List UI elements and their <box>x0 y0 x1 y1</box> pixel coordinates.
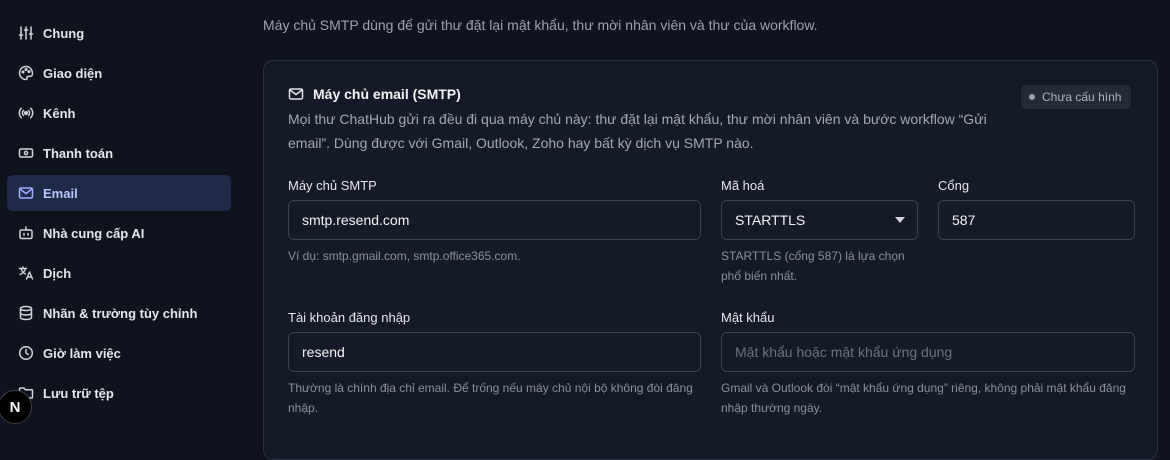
sidebar-item-nhan-truong[interactable]: Nhãn & trường tùy chỉnh <box>7 295 231 331</box>
username-input[interactable]: resend <box>288 332 701 372</box>
status-text: Chưa cấu hình <box>1042 90 1122 104</box>
sliders-icon <box>17 24 35 42</box>
sidebar-item-thanh-toan[interactable]: Thanh toán <box>7 135 231 171</box>
encryption-help: STARTTLS (cổng 587) là lựa chọn phổ biến… <box>721 249 905 283</box>
username-help: Thường là chính địa chỉ email. Để trống … <box>288 381 693 415</box>
sidebar-item-giao-dien[interactable]: Giao diện <box>7 55 231 91</box>
sidebar-item-dich[interactable]: Dịch <box>7 255 231 291</box>
sidebar-item-label: Kênh <box>43 105 76 121</box>
username-label: Tài khoản đăng nhập <box>288 310 411 325</box>
broadcast-icon <box>17 104 35 122</box>
sidebar: Chung Giao diện Kênh Thanh toán Email Nh… <box>0 0 240 430</box>
smtp-card: Máy chủ email (SMTP) Chưa cấu hình Mọi t… <box>263 60 1158 460</box>
sidebar-item-label: Giao diện <box>43 65 103 81</box>
database-icon <box>17 304 35 322</box>
sidebar-item-label: Dịch <box>43 265 72 281</box>
sidebar-item-label: Lưu trữ tệp <box>43 385 114 401</box>
card-title: Máy chủ email (SMTP) <box>288 86 461 102</box>
status-dot-icon <box>1029 94 1035 100</box>
page-intro: Máy chủ SMTP dùng để gửi thư đặt lại mật… <box>263 17 818 33</box>
encryption-value: STARTTLS <box>735 212 806 228</box>
languages-icon <box>17 264 35 282</box>
mail-icon <box>288 88 304 100</box>
status-badge: Chưa cấu hình <box>1021 85 1132 109</box>
host-label: Máy chủ SMTP <box>288 178 377 193</box>
chevron-down-icon <box>895 217 905 223</box>
host-input[interactable]: smtp.resend.com <box>288 200 701 240</box>
port-input[interactable]: 587 <box>938 200 1135 240</box>
sidebar-item-label: Nhãn & trường tùy chỉnh <box>43 305 198 321</box>
password-input[interactable]: Mật khẩu hoặc mật khẩu ứng dụng <box>721 332 1135 372</box>
sidebar-item-label: Thanh toán <box>43 145 114 161</box>
encryption-label: Mã hoá <box>721 178 765 193</box>
sidebar-item-label: Giờ làm việc <box>43 345 121 361</box>
palette-icon <box>17 64 35 82</box>
host-help: Ví dụ: smtp.gmail.com, smtp.office365.co… <box>288 249 521 263</box>
card-title-text: Máy chủ email (SMTP) <box>313 86 461 102</box>
banknote-icon <box>17 144 35 162</box>
card-description: Mọi thư ChatHub gửi ra đều đi qua máy ch… <box>288 111 987 151</box>
sidebar-item-label: Nhà cung cấp AI <box>43 225 145 241</box>
sidebar-item-luu-tru-tep[interactable]: Lưu trữ tệp <box>7 375 231 411</box>
password-label: Mật khẩu <box>721 310 775 325</box>
password-help: Gmail và Outlook đòi “mật khẩu ứng dụng”… <box>721 381 1126 415</box>
bot-icon <box>17 224 35 242</box>
port-label: Cổng <box>938 178 970 193</box>
encryption-select[interactable]: STARTTLS <box>721 200 918 240</box>
sidebar-item-nha-cung-cap-ai[interactable]: Nhà cung cấp AI <box>7 215 231 251</box>
mail-icon <box>17 184 35 202</box>
sidebar-item-label: Email <box>43 185 78 201</box>
sidebar-item-label: Chung <box>43 25 85 41</box>
nextjs-logo-icon: N <box>9 398 21 416</box>
clock-icon <box>17 344 35 362</box>
sidebar-item-chung[interactable]: Chung <box>7 15 231 51</box>
sidebar-item-gio-lam-viec[interactable]: Giờ làm việc <box>7 335 231 371</box>
sidebar-item-kenh[interactable]: Kênh <box>7 95 231 131</box>
sidebar-item-email[interactable]: Email <box>7 175 231 211</box>
